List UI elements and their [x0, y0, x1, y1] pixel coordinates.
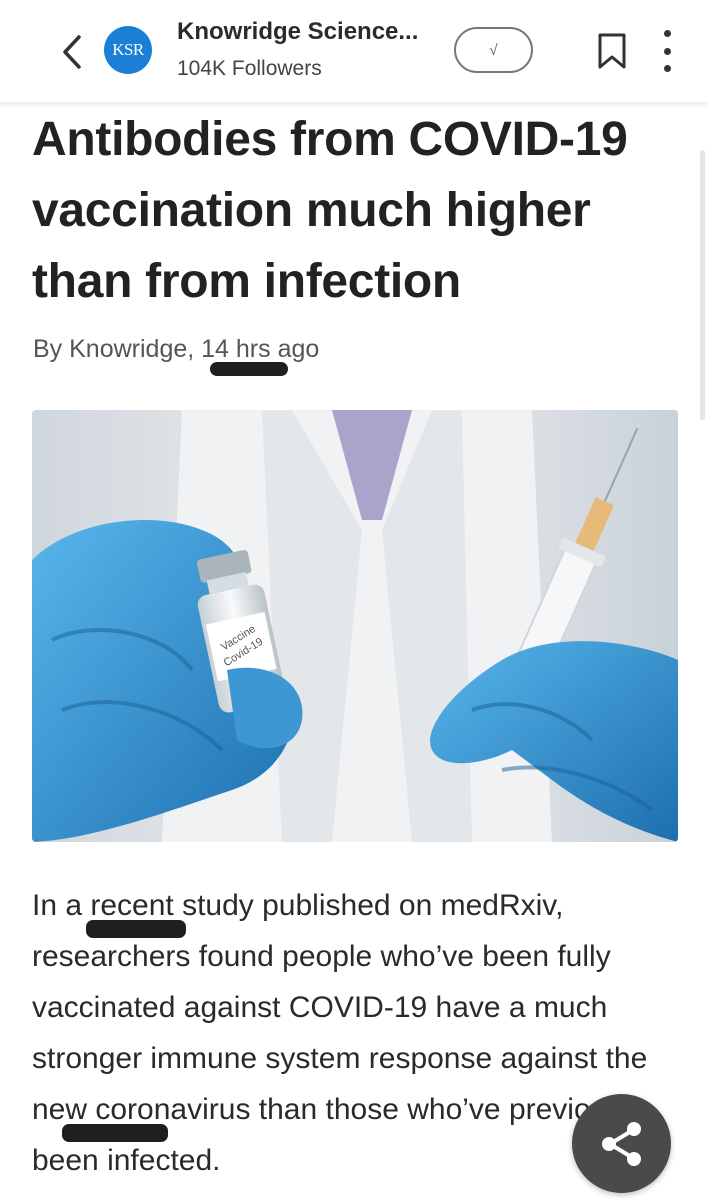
more-vertical-icon: [663, 30, 671, 37]
follower-count: 104K Followers: [177, 57, 322, 80]
top-bar: KSR Knowridge Science... 104K Followers …: [0, 0, 707, 104]
redaction-mark: [62, 1124, 168, 1142]
bookmark-button[interactable]: [592, 28, 632, 74]
follow-button[interactable]: √: [454, 27, 533, 73]
checkmark-icon: √: [489, 41, 498, 59]
scroll-indicator: [700, 150, 705, 420]
bookmark-icon: [598, 33, 626, 69]
back-button[interactable]: [52, 28, 92, 76]
article-title: Antibodies from COVID-19 vaccination muc…: [32, 113, 628, 308]
redaction-mark: [86, 920, 186, 938]
share-button[interactable]: [572, 1094, 671, 1193]
article-hero-image[interactable]: Vaccine Covid-19: [32, 410, 678, 842]
article-byline: By Knowridge, 14 hrs ago: [33, 335, 320, 363]
share-icon: [601, 1121, 641, 1166]
redaction-mark: [210, 362, 288, 376]
publisher-avatar[interactable]: KSR: [104, 26, 152, 74]
chevron-left-icon: [63, 35, 81, 69]
publisher-name[interactable]: Knowridge Science...: [177, 18, 418, 46]
publisher-logo-text: KSR: [112, 40, 144, 59]
more-options-button[interactable]: [652, 26, 682, 76]
